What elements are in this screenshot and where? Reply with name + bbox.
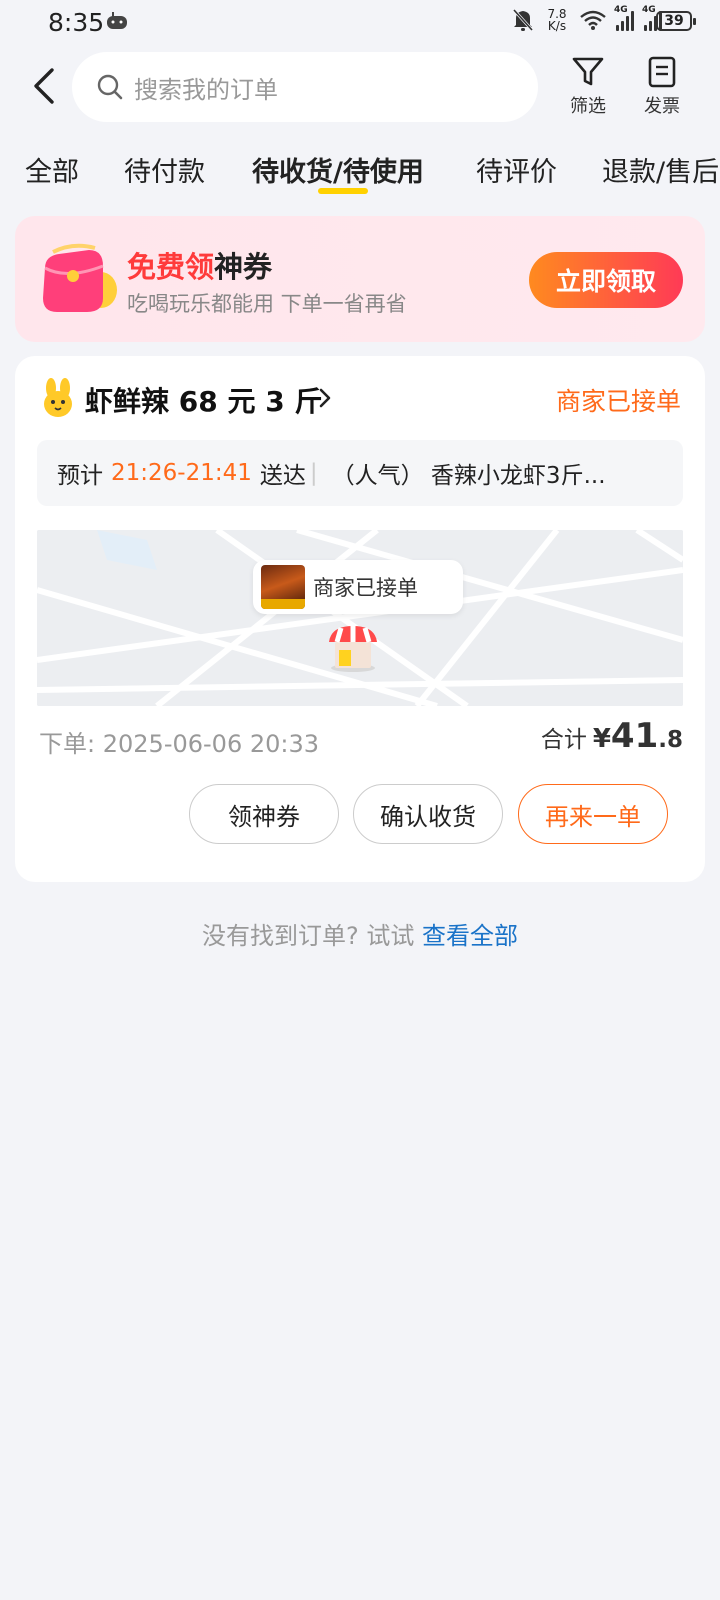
chevron-right-icon[interactable] [317,386,333,410]
delivery-map[interactable]: 商家已接单 [37,530,683,706]
order-time-value: 2025-06-06 20:33 [102,730,320,758]
game-controller-icon [107,12,127,29]
tab-pending-receipt[interactable]: 待收货/待使用 [252,150,424,189]
tab-all[interactable]: 全部 [25,150,79,189]
map-status-bubble: 商家已接单 [253,560,463,614]
store-logo-icon [44,378,72,417]
eta-suffix: 送达 [259,463,306,489]
status-bar: 8:35 7.8 K/s 4G 4G 39 [0,0,720,46]
order-time: 下单: 2025-06-06 20:33 [39,724,319,759]
item-summary: （人气） 香辣小龙虾3斤... [331,463,606,489]
map-roads [37,530,683,706]
signal-label: 4G [614,5,628,15]
filter-icon [572,57,604,86]
battery-icon: 39 [656,11,696,31]
tab-refund[interactable]: 退款/售后 [602,150,719,189]
coupon-banner[interactable]: 免费领神券 吃喝玩乐都能用 下单一省再省 立即领取 [15,216,705,342]
order-status: 商家已接单 [555,387,681,416]
network-speed: 7.8 K/s [544,8,570,32]
network-speed-unit: K/s [547,19,567,33]
map-status-text: 商家已接单 [313,576,418,600]
reorder-button[interactable]: 再来一单 [518,784,668,844]
not-found-text: 没有找到订单? 试试 [201,922,415,950]
order-time-label: 下单: [39,730,96,758]
confirm-receipt-button[interactable]: 确认收货 [353,784,503,844]
coupon-title: 免费领神券 [127,244,272,286]
total-integer: 41 [610,716,659,756]
order-total: 合计 ¥ 41 .8 [541,716,683,756]
tab-pending-review[interactable]: 待评价 [476,150,557,189]
search-icon [97,74,123,100]
search-input[interactable]: 搜索我的订单 [72,52,538,122]
view-all-link[interactable]: 查看全部 [422,922,518,950]
back-button[interactable] [28,66,64,106]
dish-thumbnail [261,565,305,609]
not-found-hint: 没有找到订单? 试试 查看全部 [0,916,720,951]
order-tabs: 全部 待付款 待收货/待使用 待评价 退款/售后 [0,150,720,200]
coupon-subtitle: 吃喝玩乐都能用 下单一省再省 [127,292,407,316]
coupon-title-highlight: 免费领 [127,250,215,284]
invoice-button[interactable]: 发票 [632,56,692,118]
store-marker-icon [329,626,377,672]
filter-button[interactable]: 筛选 [558,56,618,118]
delivery-eta[interactable]: 预计 21:26-21:41 送达 | （人气） 香辣小龙虾3斤... [37,440,683,506]
battery-level: 39 [664,13,684,29]
cellular-signal-icon: 4G [614,5,634,31]
wifi-icon [580,10,606,30]
total-label: 合计 [540,727,587,753]
store-name[interactable]: 虾鲜辣 68 元 3 斤 [85,380,322,420]
coupon-title-rest: 神券 [214,250,273,284]
signal-label: 4G [642,5,656,15]
tab-pending-payment[interactable]: 待付款 [124,150,205,189]
get-coupon-button[interactable]: 领神券 [189,784,339,844]
header: 搜索我的订单 筛选 发票 [0,52,720,122]
search-placeholder: 搜索我的订单 [134,75,278,104]
active-tab-indicator [318,188,368,194]
eta-time: 21:26-21:41 [111,460,252,486]
invoice-icon [648,56,676,88]
claim-coupon-button[interactable]: 立即领取 [529,252,683,308]
filter-label: 筛选 [570,96,606,117]
status-time: 8:35 [48,8,105,37]
red-packet-icon [43,243,117,312]
invoice-label: 发票 [644,96,680,117]
total-currency: ¥ [592,724,611,754]
total-decimal: .8 [658,727,683,753]
mute-bell-icon [512,8,534,32]
eta-prefix: 预计 [57,463,103,489]
order-card[interactable]: 虾鲜辣 68 元 3 斤 商家已接单 预计 21:26-21:41 送达 | （… [15,356,705,882]
divider: | [309,460,318,486]
